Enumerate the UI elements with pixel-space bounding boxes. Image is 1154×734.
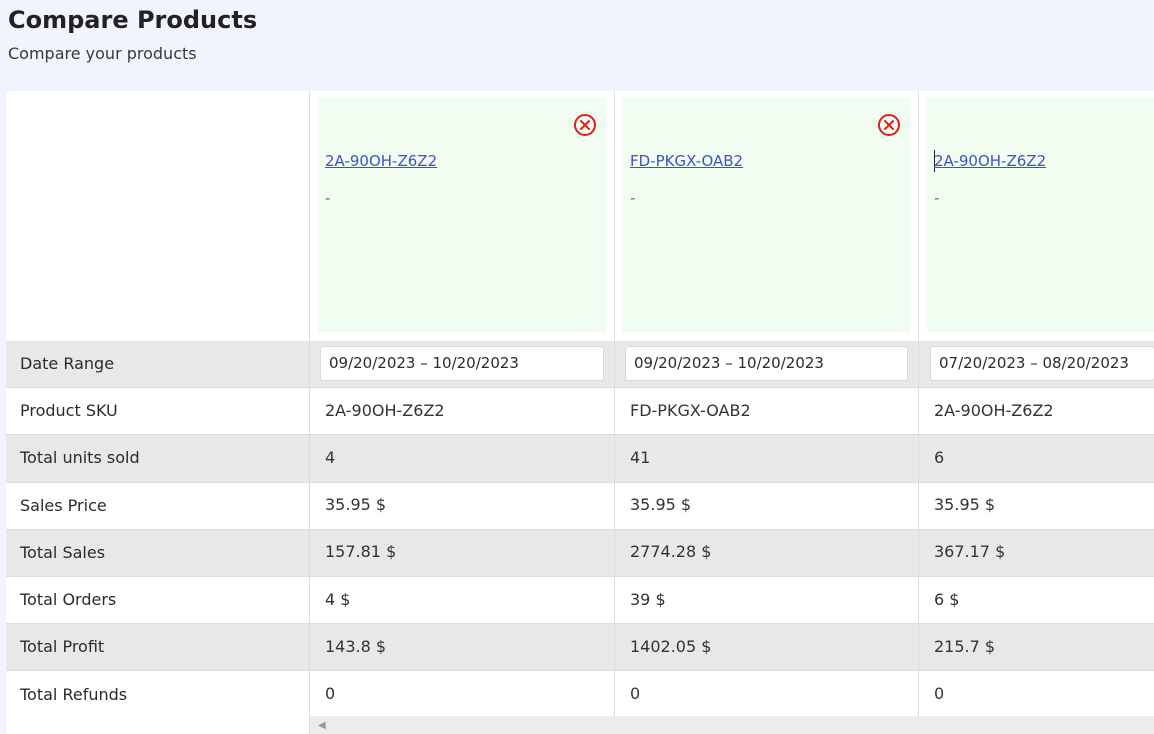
total-orders-value: 4 $ <box>325 590 351 609</box>
label-total-refunds: Total Refunds <box>20 685 128 704</box>
total-refunds-value: 0 <box>934 684 945 703</box>
label-total-profit: Total Profit <box>20 637 105 656</box>
total-orders-value: 39 $ <box>630 590 666 609</box>
total-profit-value: 1402.05 $ <box>630 637 712 656</box>
page-subtitle: Compare your products <box>8 44 197 63</box>
total-sales-value: 157.81 $ <box>325 542 397 561</box>
product-sku-value: 2A-90OH-Z6Z2 <box>325 401 445 420</box>
sales-price-value: 35.95 $ <box>934 495 996 514</box>
label-date-range: Date Range <box>20 354 115 373</box>
sales-price-value: 35.95 $ <box>325 495 387 514</box>
compare-table: Date Range Product SKU Total units sold … <box>6 91 1154 734</box>
product-subtitle: - <box>630 189 636 207</box>
total-refunds-value: 0 <box>325 684 336 703</box>
product-card <box>318 98 606 332</box>
remove-product-button[interactable] <box>877 113 901 137</box>
circle-x-icon <box>574 114 596 136</box>
product-link[interactable]: FD-PKGX-OAB2 <box>630 152 743 170</box>
label-sales-price: Sales Price <box>20 496 107 515</box>
units-sold-value: 41 <box>630 448 651 467</box>
product-sku-value: FD-PKGX-OAB2 <box>630 401 751 420</box>
product-link[interactable]: 2A-90OH-Z6Z2 <box>325 152 437 170</box>
circle-x-icon <box>878 114 900 136</box>
label-total-orders: Total Orders <box>20 590 117 609</box>
total-sales-value: 2774.28 $ <box>630 542 712 561</box>
product-subtitle: - <box>325 189 331 207</box>
units-sold-value: 6 <box>934 448 945 467</box>
caret-left-icon[interactable]: ◀ <box>318 720 326 731</box>
date-range-input[interactable]: 09/20/2023 – 10/20/2023 <box>320 346 604 381</box>
sales-price-value: 35.95 $ <box>630 495 692 514</box>
label-total-sales: Total Sales <box>20 543 106 562</box>
total-orders-value: 6 $ <box>934 590 960 609</box>
date-range-input[interactable]: 09/20/2023 – 10/20/2023 <box>625 346 908 381</box>
units-sold-value: 4 <box>325 448 336 467</box>
page-title: Compare Products <box>8 6 258 34</box>
product-card <box>622 98 910 332</box>
label-total-units-sold: Total units sold <box>20 448 140 467</box>
product-card <box>927 98 1154 332</box>
product-subtitle: - <box>934 189 940 207</box>
horizontal-scrollbar[interactable]: ◀ <box>310 716 1154 734</box>
total-profit-value: 215.7 $ <box>934 637 996 656</box>
total-sales-value: 367.17 $ <box>934 542 1006 561</box>
total-profit-value: 143.8 $ <box>325 637 387 656</box>
date-range-input[interactable]: 07/20/2023 – 08/20/2023 <box>930 346 1154 381</box>
total-refunds-value: 0 <box>630 684 641 703</box>
remove-product-button[interactable] <box>573 113 597 137</box>
label-product-sku: Product SKU <box>20 401 118 420</box>
product-link[interactable]: 2A-90OH-Z6Z2 <box>934 152 1046 170</box>
product-sku-value: 2A-90OH-Z6Z2 <box>934 401 1054 420</box>
